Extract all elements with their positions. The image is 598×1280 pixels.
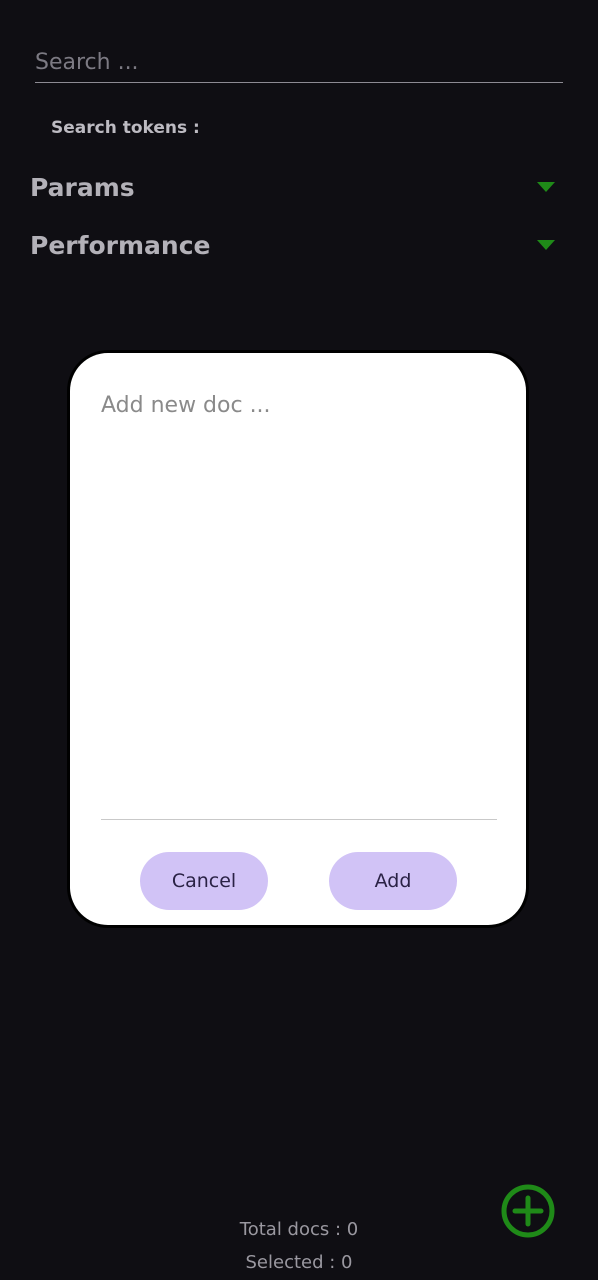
add-circle-icon: [501, 1184, 555, 1238]
add-doc-dialog: Cancel Add: [70, 353, 526, 925]
chevron-down-icon[interactable]: [537, 240, 555, 250]
selected-count: Selected : 0: [245, 1252, 353, 1273]
add-fab-button[interactable]: [501, 1184, 555, 1238]
section-performance-title: Performance: [30, 230, 211, 260]
search-input[interactable]: [35, 46, 563, 78]
add-button[interactable]: Add: [329, 852, 457, 910]
section-params[interactable]: Params: [30, 167, 560, 207]
cancel-button[interactable]: Cancel: [140, 852, 268, 910]
section-performance[interactable]: Performance: [30, 225, 560, 265]
dialog-divider: [101, 819, 497, 820]
new-doc-input[interactable]: [101, 393, 497, 813]
chevron-down-icon[interactable]: [537, 182, 555, 192]
section-params-title: Params: [30, 172, 135, 202]
search-tokens-label: Search tokens :: [51, 118, 200, 138]
search-bar[interactable]: [35, 42, 563, 83]
